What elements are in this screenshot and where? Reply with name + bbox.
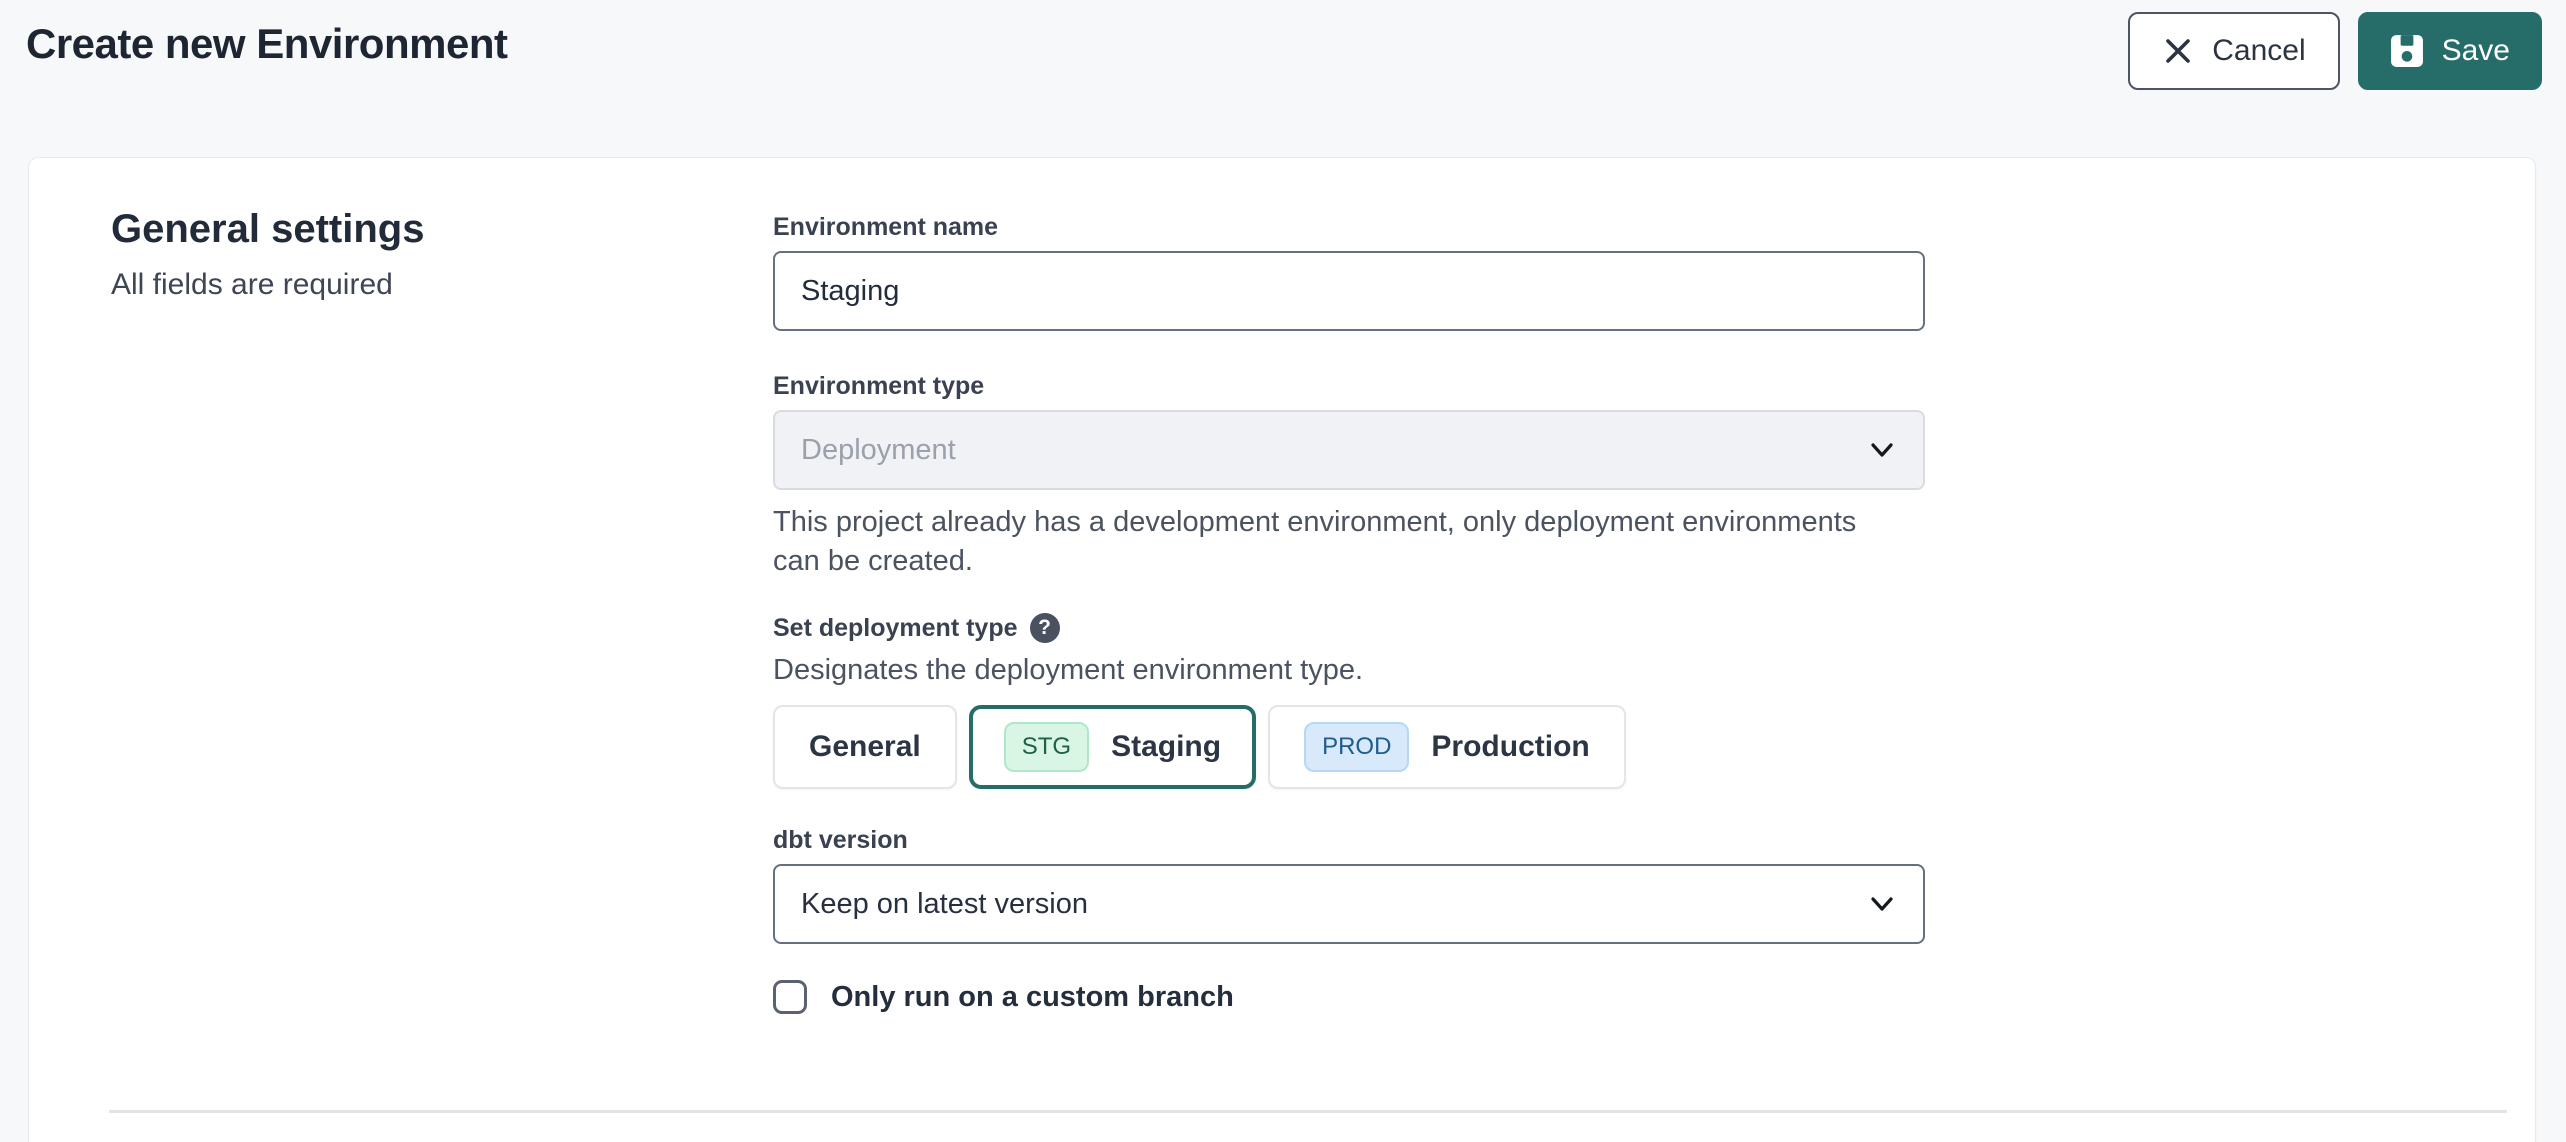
deployment-type-general-label: General <box>809 730 921 764</box>
deployment-type-general-button[interactable]: General <box>773 705 957 789</box>
custom-branch-checkbox[interactable] <box>773 980 807 1014</box>
environment-type-value: Deployment <box>801 434 956 467</box>
dbt-version-label: dbt version <box>773 825 1925 855</box>
environment-type-label: Environment type <box>773 371 1925 401</box>
deployment-type-options: General STG Staging PROD Production <box>773 705 1925 789</box>
environment-type-help-text: This project already has a development e… <box>773 503 1873 581</box>
environment-name-input[interactable] <box>773 251 1925 331</box>
chevron-down-icon <box>1865 887 1899 921</box>
prod-badge: PROD <box>1304 722 1409 772</box>
custom-branch-row: Only run on a custom branch <box>773 980 1925 1014</box>
save-button[interactable]: Save <box>2358 12 2542 90</box>
page-header: Create new Environment Cancel Save <box>0 0 2566 157</box>
chevron-down-icon <box>1865 433 1899 467</box>
question-circle-icon[interactable]: ? <box>1030 613 1060 643</box>
floppy-disk-icon <box>2390 34 2424 68</box>
environment-type-select[interactable]: Deployment <box>773 410 1925 490</box>
deployment-type-staging-label: Staging <box>1111 730 1221 764</box>
deployment-type-production-label: Production <box>1431 730 1589 764</box>
environment-form: Environment name Environment type Deploy… <box>773 206 1925 1142</box>
cancel-button-label: Cancel <box>2212 34 2305 68</box>
deployment-type-production-button[interactable]: PROD Production <box>1268 705 1626 789</box>
dbt-version-value: Keep on latest version <box>801 888 1088 921</box>
section-subtitle: All fields are required <box>111 266 773 304</box>
deployment-type-staging-button[interactable]: STG Staging <box>969 705 1256 789</box>
section-intro: General settings All fields are required <box>111 206 773 1142</box>
section-divider <box>109 1110 2507 1113</box>
section-title: General settings <box>111 206 773 252</box>
deployment-type-label: Set deployment type <box>773 613 1018 643</box>
deployment-type-label-row: Set deployment type ? <box>773 613 1925 643</box>
dbt-version-select[interactable]: Keep on latest version <box>773 864 1925 944</box>
cancel-button[interactable]: Cancel <box>2128 12 2339 90</box>
custom-branch-label: Only run on a custom branch <box>831 980 1234 1014</box>
environment-name-label: Environment name <box>773 212 1925 242</box>
stg-badge: STG <box>1004 722 1089 772</box>
x-icon <box>2162 35 2194 67</box>
deployment-type-description: Designates the deployment environment ty… <box>773 652 1925 688</box>
header-actions: Cancel Save <box>2128 12 2542 90</box>
save-button-label: Save <box>2442 34 2510 68</box>
general-settings-card: General settings All fields are required… <box>28 157 2536 1142</box>
